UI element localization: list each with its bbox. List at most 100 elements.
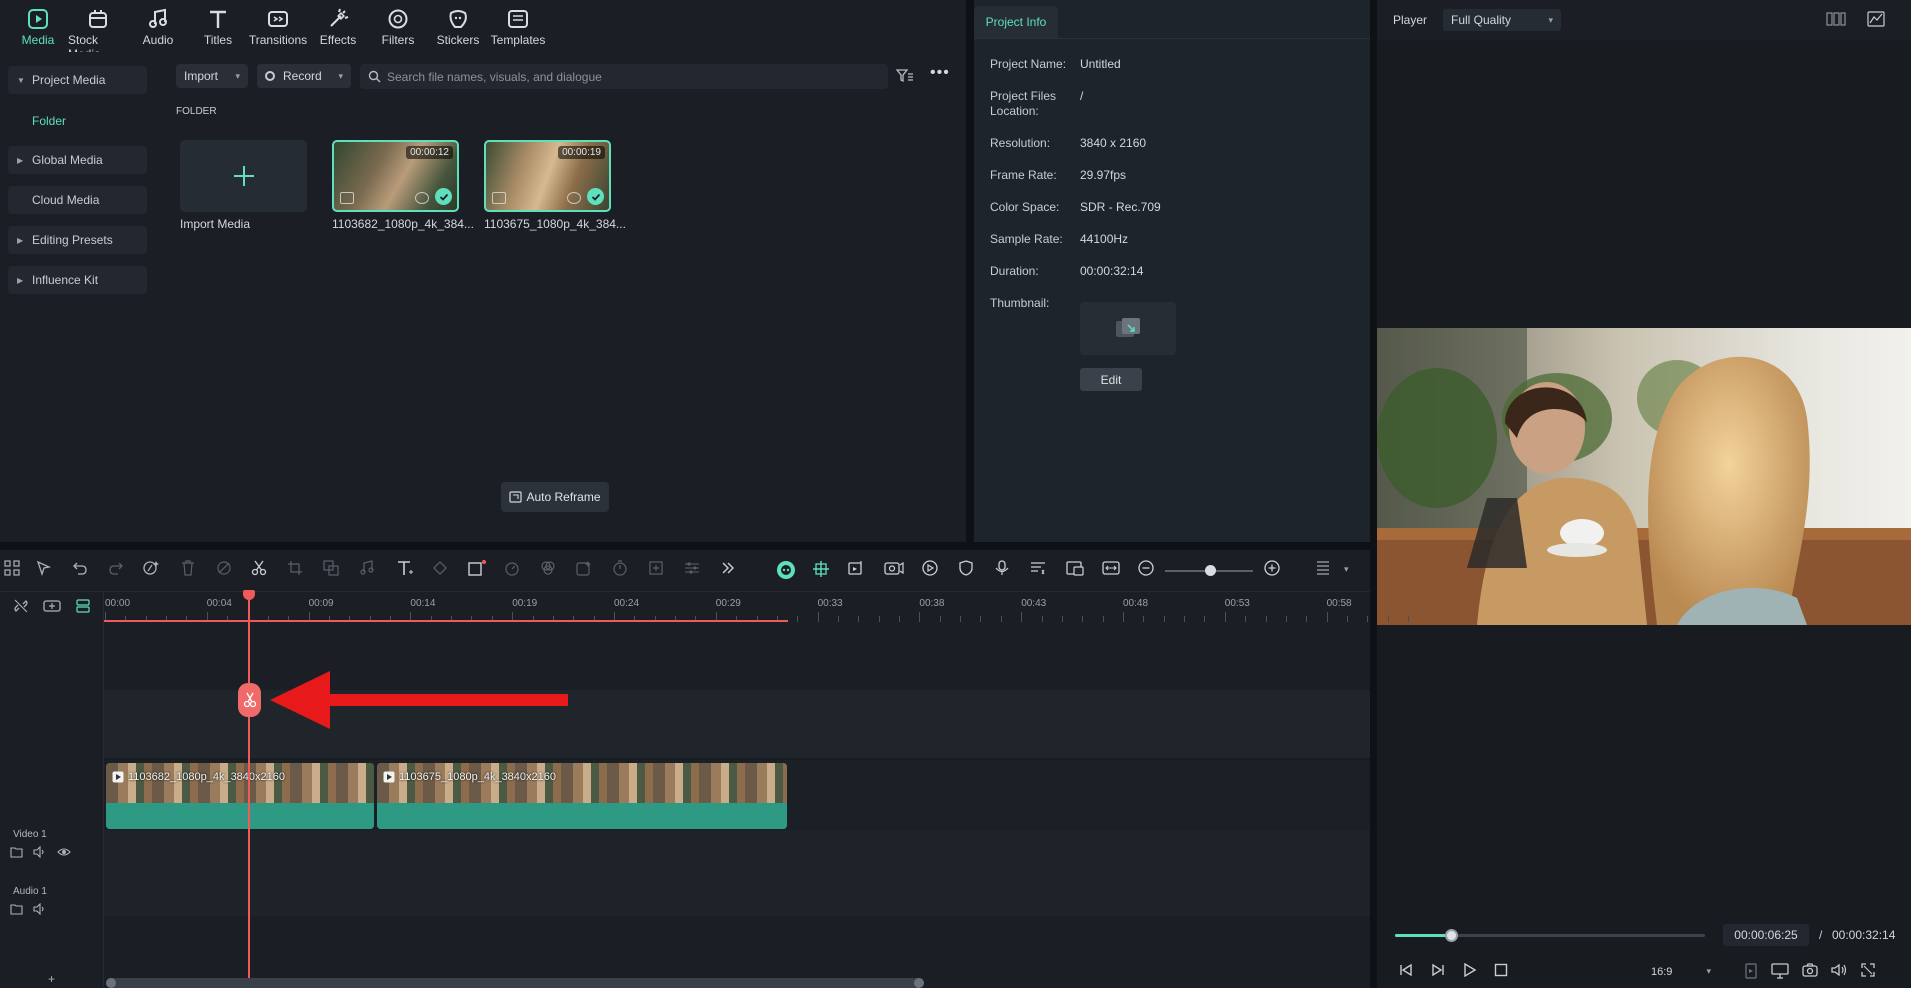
next-frame-icon[interactable] (1430, 963, 1446, 977)
snap-icon[interactable] (812, 560, 834, 582)
render-preview-icon[interactable] (1745, 963, 1757, 979)
tab-templates[interactable]: Templates (488, 0, 548, 52)
tab-titles[interactable]: Titles (188, 0, 248, 52)
sidebar-item-project-media[interactable]: ▼ Project Media (8, 66, 147, 94)
tab-filters[interactable]: Filters (368, 0, 428, 52)
zoom-in-icon[interactable] (1264, 560, 1286, 582)
add-track-icon[interactable] (43, 598, 61, 614)
color-icon[interactable] (540, 560, 562, 582)
play-icon[interactable] (1463, 963, 1477, 977)
zoom-slider-knob[interactable] (1205, 565, 1216, 576)
folder-lock-icon[interactable] (10, 846, 24, 860)
shield-icon[interactable] (958, 560, 980, 582)
ruler-tick (1163, 616, 1165, 622)
timeline-clip[interactable]: 1103675_1080p_4k_3840x2160 (377, 763, 787, 829)
display-icon[interactable] (1771, 963, 1789, 979)
split-marker[interactable] (238, 683, 261, 717)
select-cursor-icon[interactable] (36, 560, 58, 582)
volume-icon[interactable] (33, 903, 47, 917)
chevron-down-icon[interactable]: ▾ (1344, 564, 1349, 575)
video-preview[interactable] (1377, 328, 1911, 625)
stabilize-icon[interactable] (648, 560, 670, 582)
media-thumbnail[interactable]: 00:00:12 (332, 140, 459, 212)
scope-chart-icon[interactable] (1867, 11, 1885, 27)
filter-icon[interactable] (896, 68, 914, 84)
previous-frame-icon[interactable] (1398, 963, 1414, 977)
folder-lock-icon[interactable] (10, 903, 24, 917)
tab-project-info[interactable]: Project Info (974, 6, 1058, 38)
mask-rect-icon[interactable] (468, 560, 490, 582)
keyframe-icon[interactable] (432, 560, 454, 582)
microphone-icon[interactable] (994, 560, 1016, 582)
track-layout-icon[interactable] (1316, 560, 1338, 582)
timer-icon[interactable] (612, 560, 634, 582)
edit-thumbnail-button[interactable]: Edit (1080, 368, 1142, 391)
tab-media[interactable]: Media (8, 0, 68, 52)
playback-slider[interactable] (1395, 929, 1705, 942)
track-manager-icon[interactable] (75, 598, 91, 614)
quality-select[interactable]: Full Quality ▾ (1443, 9, 1561, 31)
import-button[interactable]: Import ▾ (176, 64, 248, 88)
text-tool-icon[interactable] (396, 560, 418, 582)
current-time[interactable]: 00:00:06:25 (1723, 924, 1809, 946)
scrollbar-handle-left[interactable] (106, 978, 116, 988)
ruler-tick (939, 616, 941, 622)
add-icon[interactable]: + (48, 972, 55, 986)
record-button[interactable]: Record ▾ (257, 64, 351, 88)
fit-timeline-icon[interactable] (1102, 560, 1124, 582)
sidebar-item-cloud-media[interactable]: Cloud Media (8, 186, 147, 214)
speed-icon[interactable] (504, 560, 526, 582)
layout-grid-icon[interactable] (4, 560, 26, 582)
undo-icon[interactable] (72, 560, 94, 582)
crop-icon[interactable] (287, 560, 309, 582)
tab-audio[interactable]: Audio (128, 0, 188, 52)
thumbnail-preview[interactable] (1080, 302, 1176, 355)
zoom-slider[interactable] (1165, 565, 1253, 576)
more-tools-icon[interactable] (720, 560, 742, 582)
playhead-line[interactable] (248, 592, 250, 988)
timeline-scrollbar[interactable] (106, 978, 924, 988)
detach-audio-icon[interactable] (216, 560, 238, 582)
eye-icon[interactable] (57, 846, 71, 860)
sidebar-item-folder[interactable]: Folder (32, 114, 66, 128)
link-off-icon[interactable] (13, 598, 29, 614)
tab-stock-media[interactable]: Stock Media (68, 0, 128, 61)
scrollbar-handle-right[interactable] (914, 978, 924, 988)
auto-ripple-icon[interactable] (848, 560, 870, 582)
snapshot-camera-icon[interactable] (1802, 963, 1818, 977)
import-media-tile[interactable] (180, 140, 307, 212)
adjust-sliders-icon[interactable] (684, 560, 706, 582)
redo-icon[interactable] (108, 560, 130, 582)
more-options-icon[interactable]: ••• (930, 65, 950, 81)
media-item-name: 1103675_1080p_4k_384... (484, 217, 626, 231)
audio-stretch-icon[interactable] (359, 560, 381, 582)
ai-edit-icon[interactable] (143, 560, 165, 582)
tab-stickers[interactable]: Stickers (428, 0, 488, 52)
ai-copilot-icon[interactable] (776, 560, 798, 582)
sidebar-item-editing-presets[interactable]: ▶ Editing Presets (8, 226, 147, 254)
tab-effects[interactable]: Effects (308, 0, 368, 52)
scissors-icon[interactable] (251, 560, 273, 582)
playback-knob[interactable] (1444, 929, 1458, 942)
ai-tool-icon[interactable] (576, 560, 598, 582)
sidebar-item-influence-kit[interactable]: ▶ Influence Kit (8, 266, 147, 294)
pip-icon[interactable] (1066, 560, 1088, 582)
tab-transitions[interactable]: Transitions (248, 0, 308, 52)
aspect-ratio-select[interactable]: 16:9 ▾ (1645, 963, 1717, 980)
zoom-out-icon[interactable] (1138, 560, 1160, 582)
motion-track-icon[interactable] (922, 560, 944, 582)
audio-duck-icon[interactable] (884, 560, 906, 582)
group-icon[interactable] (323, 560, 345, 582)
media-thumbnail[interactable]: 00:00:19 (484, 140, 611, 212)
delete-icon[interactable] (181, 560, 203, 582)
volume-icon[interactable] (33, 846, 47, 860)
grid-layout-icon[interactable] (1826, 12, 1846, 26)
timeline-clip[interactable]: 1103682_1080p_4k_3840x2160 (106, 763, 374, 829)
stop-icon[interactable] (1494, 963, 1508, 977)
search-input[interactable] (387, 69, 867, 84)
volume-icon[interactable] (1831, 963, 1847, 977)
voiceover-text-icon[interactable] (1030, 560, 1052, 582)
fullscreen-icon[interactable] (1861, 963, 1875, 977)
sidebar-item-global-media[interactable]: ▶ Global Media (8, 146, 147, 174)
auto-reframe-button[interactable]: Auto Reframe (501, 482, 609, 512)
